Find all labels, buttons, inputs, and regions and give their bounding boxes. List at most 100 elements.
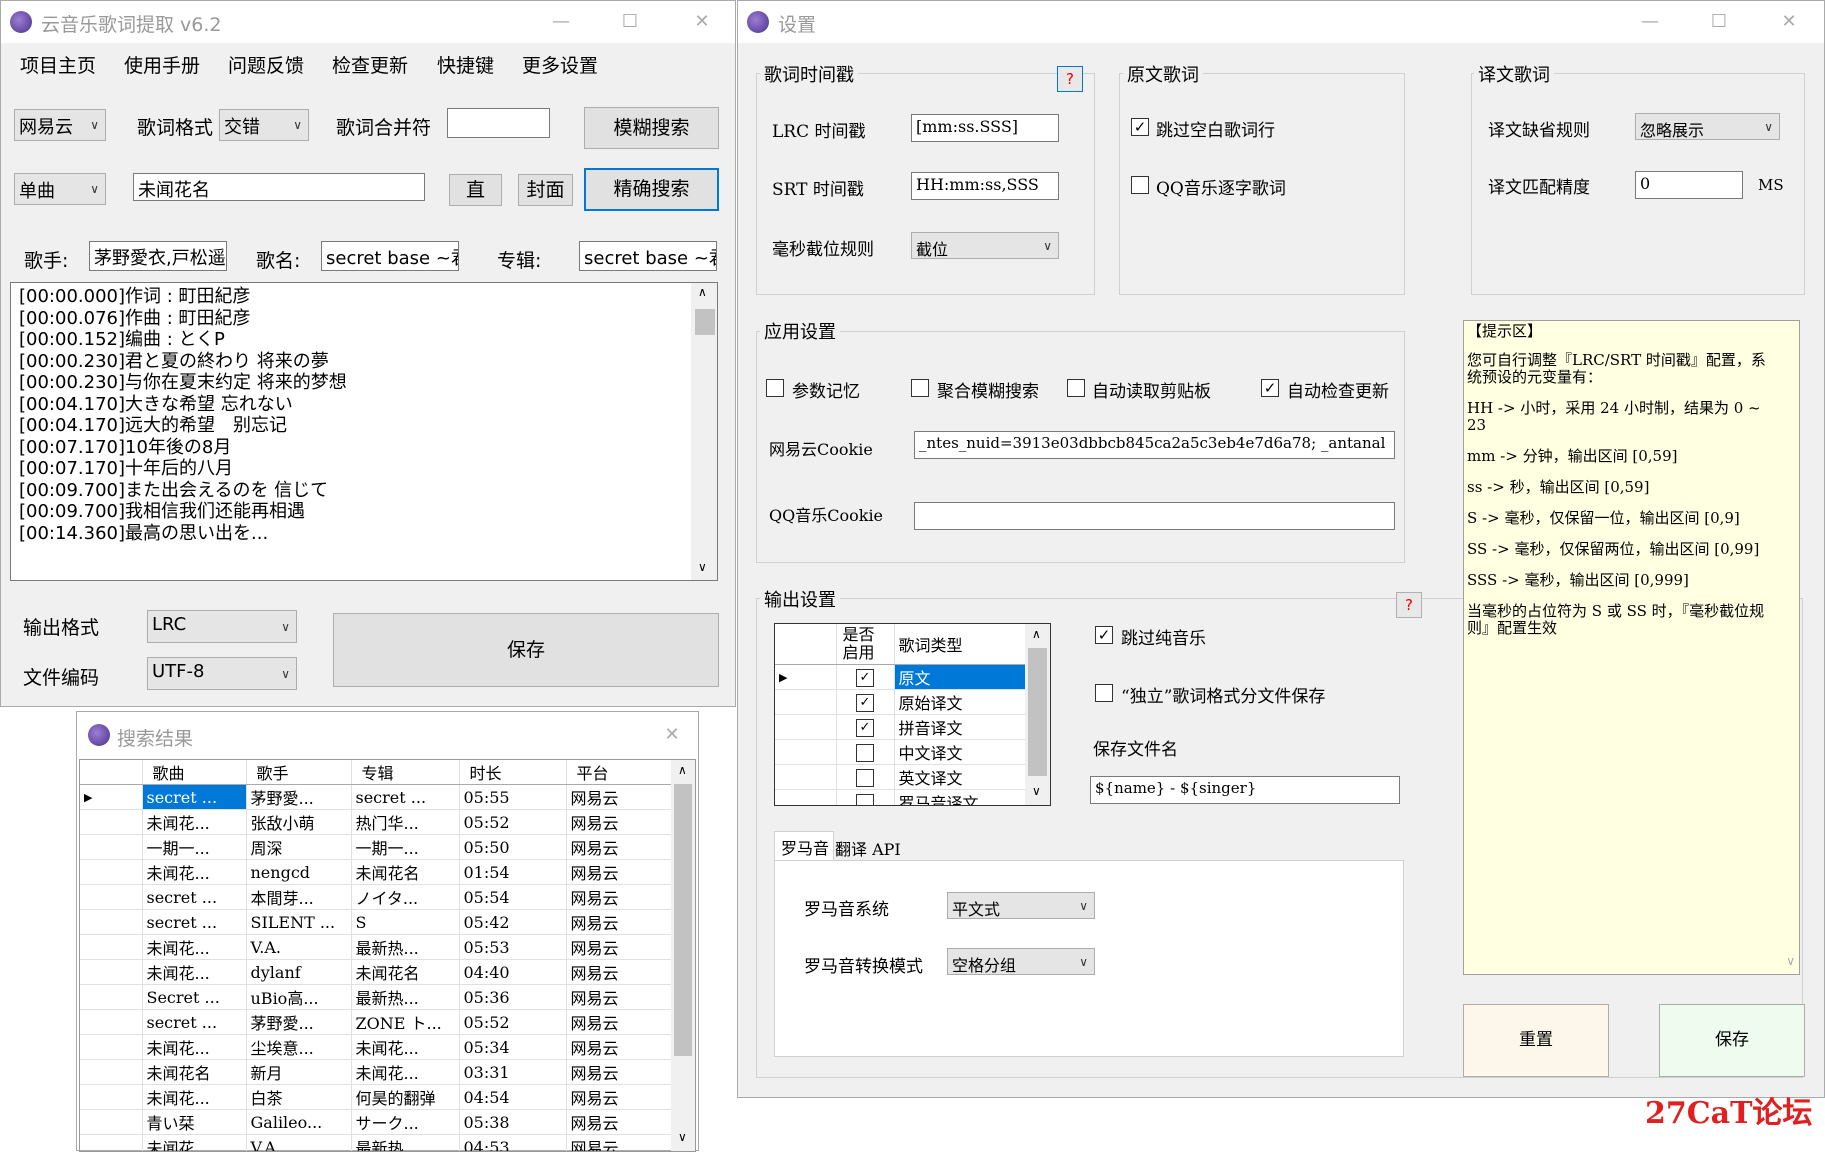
row-header[interactable] <box>775 765 836 790</box>
encoding-select[interactable]: UTF-8∨ <box>147 657 297 690</box>
row-header[interactable] <box>80 935 142 960</box>
missing-rule-select[interactable]: 忽略展示∨ <box>1635 113 1780 140</box>
table-row[interactable]: secret ...本間芽...ノイタ...05:54网易云 <box>80 885 676 910</box>
qq-word-checkbox[interactable] <box>1131 176 1149 194</box>
scroll-down-icon[interactable]: ∨ <box>1032 784 1041 798</box>
enable-cell[interactable] <box>836 790 894 807</box>
timestamp-help-icon[interactable]: ? <box>1057 66 1083 92</box>
column-header[interactable]: 时长 <box>459 760 566 785</box>
table-row[interactable]: Secret ...uBio高...最新热...05:36网易云 <box>80 985 676 1010</box>
enable-cell[interactable] <box>836 740 894 765</box>
row-header[interactable] <box>80 860 142 885</box>
scroll-down-icon[interactable]: ∨ <box>1786 953 1795 970</box>
fuzzy-search-button[interactable]: 模糊搜索 <box>584 107 719 149</box>
row-header[interactable] <box>80 1060 142 1085</box>
enable-cell[interactable]: ✓ <box>836 690 894 715</box>
param-memory-checkbox[interactable] <box>766 379 784 397</box>
platform-select[interactable]: 网易云∨ <box>14 109 106 141</box>
lyric-type-scrollbar[interactable]: ∧ ∨ <box>1025 624 1050 805</box>
lrc-timestamp-input[interactable]: [mm:ss.SSS] <box>911 114 1059 142</box>
tab-romaji[interactable]: 罗马音 <box>774 831 834 861</box>
results-scrollbar[interactable]: ∧ ∨ <box>671 760 695 1152</box>
table-row[interactable]: 一期一...周深一期一...05:50网易云 <box>80 835 676 860</box>
netease-cookie-input[interactable]: _ntes_nuid=3913e03dbbcb845ca2a5c3eb4e7d6… <box>914 431 1395 459</box>
main-save-button[interactable]: 保存 <box>333 613 719 687</box>
row-header[interactable]: ▶ <box>80 785 142 810</box>
checked-checkbox-icon[interactable]: ✓ <box>856 669 874 687</box>
singer-input[interactable]: 茅野愛衣,戸松遥 <box>89 241 227 271</box>
scroll-up-icon[interactable]: ∧ <box>1032 627 1041 641</box>
romaji-system-select[interactable]: 平文式∨ <box>947 892 1095 919</box>
song-input[interactable]: secret base ~君が <box>321 241 459 271</box>
scroll-up-icon[interactable]: ∧ <box>698 285 707 299</box>
scroll-up-icon[interactable]: ∧ <box>678 763 687 777</box>
table-row[interactable]: ✓拼音译文 <box>775 715 1045 740</box>
scroll-down-icon[interactable]: ∨ <box>678 1130 687 1144</box>
scroll-thumb[interactable] <box>674 784 692 1056</box>
maximize-icon[interactable]: ☐ <box>1706 9 1732 35</box>
close-icon[interactable]: ✕ <box>659 722 685 748</box>
menu-item-more-settings[interactable]: 更多设置 <box>522 51 598 78</box>
row-header[interactable] <box>775 715 836 740</box>
unchecked-checkbox-icon[interactable] <box>856 769 874 787</box>
unchecked-checkbox-icon[interactable] <box>856 744 874 762</box>
menu-item-home[interactable]: 项目主页 <box>20 51 96 78</box>
table-row[interactable]: ▶✓原文 <box>775 665 1045 690</box>
cover-button[interactable]: 封面 <box>518 174 573 206</box>
row-header[interactable] <box>80 985 142 1010</box>
row-header[interactable] <box>80 1035 142 1060</box>
checked-checkbox-icon[interactable]: ✓ <box>856 694 874 712</box>
skip-pure-music-checkbox[interactable]: ✓ <box>1095 626 1113 644</box>
lyrics-textarea[interactable]: [00:00.000]作词 : 町田紀彦[00:00.076]作曲 : 町田紀彦… <box>10 282 718 581</box>
independent-save-checkbox[interactable] <box>1095 684 1113 702</box>
tab-translate-api[interactable]: 翻译 API <box>835 833 919 861</box>
ms-rule-select[interactable]: 截位∨ <box>911 232 1059 259</box>
table-row[interactable]: 中文译文 <box>775 740 1045 765</box>
close-icon[interactable]: ✕ <box>689 9 715 35</box>
row-header[interactable] <box>80 835 142 860</box>
table-row[interactable]: 未闻花...V.A.最新热...04:53网易云 <box>80 1135 676 1152</box>
row-header[interactable] <box>80 1085 142 1110</box>
enable-cell[interactable] <box>836 765 894 790</box>
filename-input[interactable]: ${name} - ${singer} <box>1090 776 1400 804</box>
album-input[interactable]: secret base ~君 <box>579 241 717 271</box>
menu-item-hotkeys[interactable]: 快捷键 <box>437 51 494 78</box>
scroll-thumb[interactable] <box>695 309 715 335</box>
table-row[interactable]: secret ...SILENT ...S05:42网易云 <box>80 910 676 935</box>
skip-blank-checkbox[interactable]: ✓ <box>1131 118 1149 136</box>
maximize-icon[interactable]: ☐ <box>617 9 643 35</box>
menu-item-manual[interactable]: 使用手册 <box>124 51 200 78</box>
menu-item-feedback[interactable]: 问题反馈 <box>228 51 304 78</box>
row-header[interactable] <box>775 790 836 807</box>
reset-button[interactable]: 重置 <box>1463 1004 1609 1077</box>
auto-update-checkbox[interactable]: ✓ <box>1261 379 1279 397</box>
column-header[interactable]: 专辑 <box>351 760 459 785</box>
table-row[interactable]: 青い栞Galileo...サーク...05:38网易云 <box>80 1110 676 1135</box>
row-header[interactable] <box>80 885 142 910</box>
menu-item-update[interactable]: 检查更新 <box>332 51 408 78</box>
direct-button[interactable]: 直 <box>449 174 502 206</box>
aggregate-fuzzy-checkbox[interactable] <box>911 379 929 397</box>
table-row[interactable]: ▶secret ...茅野愛...secret ...05:55网易云 <box>80 785 676 810</box>
row-header[interactable] <box>80 810 142 835</box>
row-header[interactable]: ▶ <box>775 665 836 690</box>
merge-char-input[interactable] <box>447 108 550 138</box>
table-row[interactable]: 未闻花名新月未闻花...03:31网易云 <box>80 1060 676 1085</box>
srt-timestamp-input[interactable]: HH:mm:ss,SSS <box>911 172 1059 200</box>
qq-cookie-input[interactable] <box>914 502 1395 530</box>
enable-cell[interactable]: ✓ <box>836 715 894 740</box>
row-header[interactable] <box>80 1135 142 1152</box>
row-header[interactable] <box>80 1110 142 1135</box>
unchecked-checkbox-icon[interactable] <box>856 794 874 806</box>
table-row[interactable]: 未闻花...尘埃意...未闻花...05:34网易云 <box>80 1035 676 1060</box>
checked-checkbox-icon[interactable]: ✓ <box>856 719 874 737</box>
column-header[interactable]: 歌手 <box>246 760 351 785</box>
table-row[interactable]: 未闻花...白茶何昊的翻弹04:54网易云 <box>80 1085 676 1110</box>
close-icon[interactable]: ✕ <box>1776 9 1802 35</box>
column-header[interactable]: 平台 <box>566 760 676 785</box>
output-format-select[interactable]: LRC∨ <box>147 610 297 643</box>
match-precision-input[interactable]: 0 <box>1635 171 1743 199</box>
auto-clipboard-checkbox[interactable] <box>1067 379 1085 397</box>
row-header[interactable] <box>80 960 142 985</box>
table-row[interactable]: 未闻花...nengcd未闻花名01:54网易云 <box>80 860 676 885</box>
